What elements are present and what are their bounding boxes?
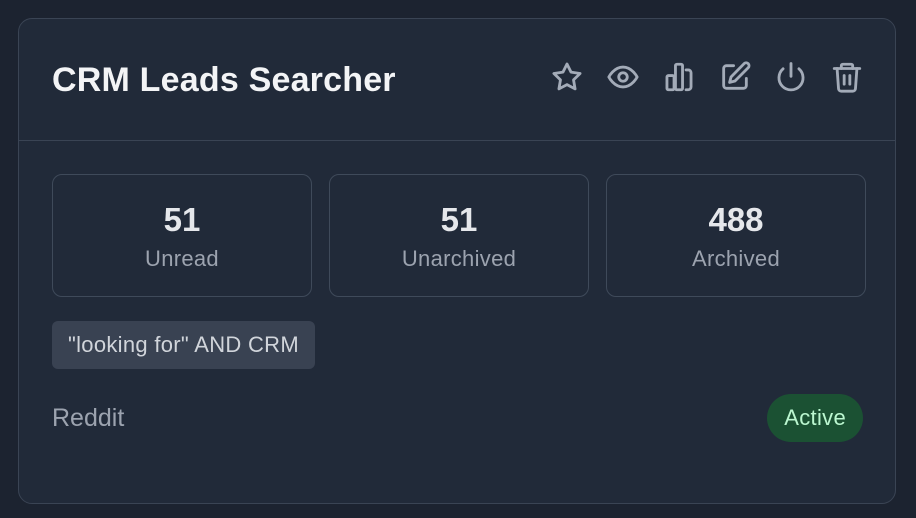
stat-unarchived[interactable]: 51 Unarchived (329, 174, 589, 297)
card-header: CRM Leads Searcher (19, 19, 895, 141)
search-card: CRM Leads Searcher 51 Unread 51 Unarchiv… (18, 18, 896, 504)
card-title: CRM Leads Searcher (52, 61, 396, 99)
status-badge: Active (767, 394, 863, 442)
stat-label: Unread (145, 245, 219, 271)
edit-button[interactable] (717, 59, 753, 95)
stat-label: Archived (692, 245, 780, 271)
card-toolbar (549, 59, 865, 95)
power-button[interactable] (773, 59, 809, 95)
stat-value: 51 (163, 200, 201, 238)
source-label: Reddit (52, 404, 125, 432)
power-icon (777, 62, 805, 92)
stat-unread[interactable]: 51 Unread (52, 174, 312, 297)
stats-button[interactable] (661, 59, 697, 95)
chart-icon (665, 62, 693, 92)
stat-label: Unarchived (401, 245, 517, 271)
trash-icon (832, 62, 862, 93)
query-tag: "looking for" AND CRM (52, 321, 315, 369)
star-button[interactable] (549, 59, 585, 95)
delete-button[interactable] (829, 59, 865, 95)
edit-icon (722, 61, 751, 90)
stat-value: 488 (708, 200, 764, 238)
eye-icon (607, 65, 639, 89)
view-button[interactable] (605, 59, 641, 95)
stat-archived[interactable]: 488 Archived (606, 174, 866, 297)
star-icon (552, 62, 582, 91)
stat-value: 51 (440, 200, 478, 238)
stats-row: 51 Unread 51 Unarchived 488 Archived (52, 174, 866, 297)
